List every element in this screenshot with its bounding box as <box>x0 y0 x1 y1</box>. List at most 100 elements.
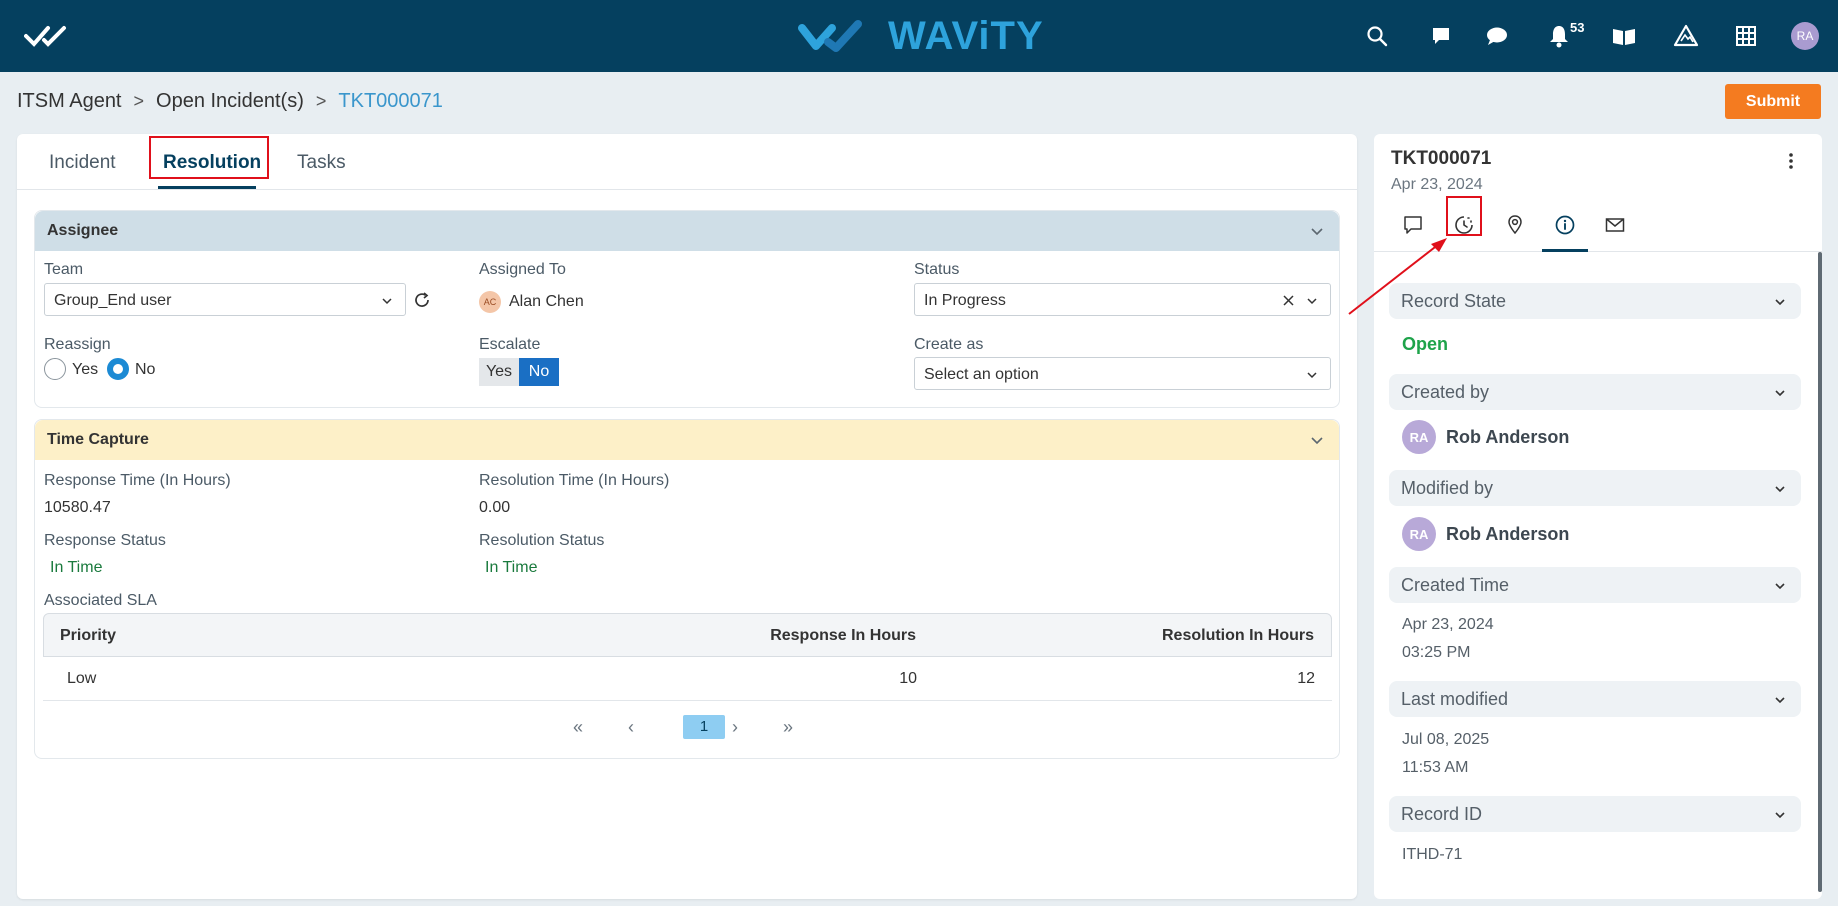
created-time-time: 03:25 PM <box>1402 644 1471 661</box>
reassign-label: Reassign <box>44 336 111 353</box>
resolution-status-value: In Time <box>485 559 538 576</box>
sla-response-cell: 10 <box>899 670 917 687</box>
status-select[interactable]: In Progress <box>914 283 1331 316</box>
side-panel-scrollbar[interactable] <box>1818 252 1822 892</box>
more-options-icon[interactable] <box>1788 152 1794 170</box>
book-icon[interactable] <box>1610 22 1638 50</box>
time-capture-section-title: Time Capture <box>47 431 149 448</box>
modified-by-accordion[interactable]: Modified by <box>1389 470 1801 506</box>
escalate-no-toggle[interactable]: No <box>519 358 559 386</box>
active-tab-indicator <box>158 186 256 189</box>
column-header-resolution[interactable]: Resolution In Hours <box>1162 627 1314 645</box>
resolution-time-value: 0.00 <box>479 499 511 516</box>
brand-logo: WAViTY <box>798 14 1044 58</box>
info-icon[interactable] <box>1552 212 1578 238</box>
response-status-value: In Time <box>50 559 103 576</box>
side-ticket-id: TKT000071 <box>1391 148 1492 169</box>
created-time-label: Created Time <box>1401 575 1510 595</box>
breadcrumb-separator: > <box>133 91 145 111</box>
assignee-section-header[interactable]: Assignee <box>35 211 1339 251</box>
annotation-arrow <box>1348 238 1447 315</box>
mountain-icon[interactable] <box>1672 22 1700 50</box>
breadcrumb: ITSM Agent > Open Incident(s) > TKT00007… <box>17 90 443 113</box>
clear-icon[interactable] <box>1283 295 1294 306</box>
chevron-down-icon <box>1775 812 1785 819</box>
first-page-button[interactable]: « <box>573 717 583 738</box>
created-by-label: Created by <box>1401 382 1490 402</box>
assignee-section-title: Assignee <box>47 222 119 239</box>
column-header-priority[interactable]: Priority <box>60 627 116 645</box>
chat-icon[interactable] <box>1427 22 1455 50</box>
brand-name: WAViTY <box>888 13 1044 58</box>
modified-by-name: Rob Anderson <box>1446 523 1570 544</box>
assigned-to-label: Assigned To <box>479 261 566 278</box>
active-side-tab-indicator <box>1542 249 1588 252</box>
column-header-response[interactable]: Response In Hours <box>770 627 916 645</box>
chevron-down-icon <box>1775 697 1785 704</box>
page-button-current[interactable]: 1 <box>683 715 725 739</box>
user-avatar[interactable]: RA <box>1791 22 1819 50</box>
grid-icon[interactable] <box>1732 22 1760 50</box>
team-select[interactable]: Group_End user <box>44 283 406 316</box>
last-modified-date: Jul 08, 2025 <box>1402 731 1490 748</box>
record-state-value: Open <box>1402 334 1449 354</box>
chevron-down-icon <box>1307 372 1317 379</box>
chevron-down-icon <box>1775 299 1785 306</box>
created-by-name: Rob Anderson <box>1446 426 1570 447</box>
refresh-icon[interactable] <box>413 291 431 309</box>
tab-incident[interactable]: Incident <box>49 152 116 174</box>
next-page-button[interactable]: › <box>732 717 738 738</box>
tab-tasks[interactable]: Tasks <box>297 152 346 174</box>
response-status-label: Response Status <box>44 532 166 549</box>
sla-table: Priority Response In Hours Resolution In… <box>43 613 1332 701</box>
chevron-down-icon[interactable] <box>1309 223 1325 239</box>
table-row: Low 10 12 <box>43 657 1332 701</box>
escalate-label: Escalate <box>479 336 541 353</box>
main-form-card: Incident Resolution Tasks Assignee Team … <box>17 134 1357 899</box>
last-modified-label: Last modified <box>1401 689 1509 709</box>
create-as-label: Create as <box>914 336 984 353</box>
chevron-down-icon <box>1775 390 1785 397</box>
team-select-value: Group_End user <box>54 292 172 309</box>
last-modified-accordion[interactable]: Last modified <box>1389 681 1801 717</box>
modified-by-user: RA Rob Anderson <box>1402 517 1569 551</box>
brand-check-icon <box>798 20 862 52</box>
created-time-accordion[interactable]: Created Time <box>1389 567 1801 603</box>
resolution-time-label: Resolution Time (In Hours) <box>479 472 670 489</box>
search-icon[interactable] <box>1363 22 1391 50</box>
status-select-value: In Progress <box>924 292 1006 309</box>
create-as-select[interactable]: Select an option <box>914 357 1331 390</box>
response-time-label: Response Time (In Hours) <box>44 472 231 489</box>
chevron-down-icon <box>1307 298 1317 305</box>
assignee-section: Assignee Team Group_End user Assigned To… <box>34 210 1340 408</box>
mail-icon[interactable] <box>1602 212 1628 238</box>
record-id-value: ITHD-71 <box>1402 846 1463 863</box>
avatar: RA <box>1402 517 1436 551</box>
created-by-accordion[interactable]: Created by <box>1389 374 1801 410</box>
record-id-label: Record ID <box>1401 804 1483 824</box>
chevron-down-icon[interactable] <box>1309 432 1325 448</box>
time-capture-section: Time Capture Response Time (In Hours) 10… <box>34 419 1340 759</box>
last-page-button[interactable]: » <box>783 717 793 738</box>
annotation-highlight-resolution-tab <box>149 136 269 179</box>
message-icon[interactable] <box>1483 22 1511 50</box>
bell-icon[interactable] <box>1545 22 1573 50</box>
reassign-yes-radio[interactable] <box>44 358 66 380</box>
home-check-icon[interactable] <box>24 24 72 48</box>
side-ticket-date: Apr 23, 2024 <box>1391 176 1483 193</box>
prev-page-button[interactable]: ‹ <box>628 717 634 738</box>
time-capture-section-header[interactable]: Time Capture <box>35 420 1339 460</box>
submit-button[interactable]: Submit <box>1725 84 1821 119</box>
location-icon[interactable] <box>1502 212 1528 238</box>
resolution-status-label: Resolution Status <box>479 532 605 549</box>
record-id-accordion[interactable]: Record ID <box>1389 796 1801 832</box>
notification-count-badge: 53 <box>1570 20 1585 35</box>
breadcrumb-item-itsm-agent[interactable]: ITSM Agent <box>17 90 122 113</box>
reassign-no-radio[interactable] <box>107 358 129 380</box>
sla-table-header: Priority Response In Hours Resolution In… <box>43 613 1332 657</box>
breadcrumb-item-open-incidents[interactable]: Open Incident(s) <box>156 90 304 113</box>
created-time-date: Apr 23, 2024 <box>1402 616 1494 633</box>
escalate-yes-toggle[interactable]: Yes <box>479 358 519 386</box>
reassign-no-label: No <box>135 361 156 378</box>
chevron-down-icon <box>382 298 392 305</box>
